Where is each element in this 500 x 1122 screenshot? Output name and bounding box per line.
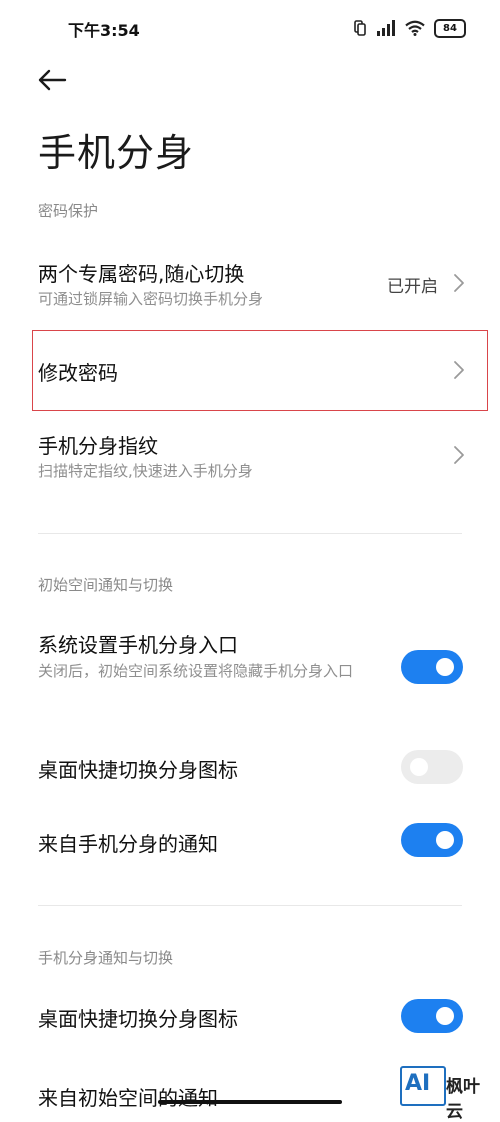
toggle-desktop-shortcut[interactable] xyxy=(401,750,463,784)
watermark-mark: AI xyxy=(405,1071,431,1096)
toggle-desktop-shortcut-clone[interactable] xyxy=(401,999,463,1033)
battery-icon: 84 xyxy=(434,18,466,38)
status-bar: 下午3:54 84 xyxy=(0,0,500,56)
section-header-password: 密码保护 xyxy=(38,202,99,220)
watermark-box: AI xyxy=(400,1066,446,1106)
chevron-right-icon xyxy=(454,361,464,379)
row-title: 来自手机分身的通知 xyxy=(38,832,218,856)
row-subtitle: 扫描特定指纹,快速进入手机分身 xyxy=(38,462,253,480)
toggle-knob xyxy=(436,831,454,849)
row-notifications-from-clone: 来自手机分身的通知 xyxy=(0,818,500,864)
chevron-right-icon xyxy=(454,274,464,292)
row-title: 修改密码 xyxy=(38,361,118,385)
row-desktop-shortcut: 桌面快捷切换分身图标 xyxy=(0,745,500,791)
row-subtitle: 可通过锁屏输入密码切换手机分身 xyxy=(38,290,264,308)
toggle-notifications-from-clone[interactable] xyxy=(401,823,463,857)
section-header-initial-space: 初始空间通知与切换 xyxy=(38,576,174,594)
arrow-left-icon xyxy=(38,69,67,91)
section-header-clone-space: 手机分身通知与切换 xyxy=(38,949,174,967)
row-desktop-shortcut-clone: 桌面快捷切换分身图标 xyxy=(0,994,500,1040)
row-dual-password[interactable]: 两个专属密码,随心切换 可通过锁屏输入密码切换手机分身 已开启 xyxy=(0,250,500,320)
status-time: 下午3:54 xyxy=(68,21,140,40)
watermark-logo: AI 枫叶云 xyxy=(400,1066,496,1122)
watermark-text: 枫叶云 xyxy=(446,1077,480,1122)
row-title: 桌面快捷切换分身图标 xyxy=(38,758,238,782)
row-title: 手机分身指纹 xyxy=(38,434,158,458)
back-button[interactable] xyxy=(30,58,74,102)
row-subtitle: 关闭后，初始空间系统设置将隐藏手机分身入口 xyxy=(38,662,354,680)
wifi-icon xyxy=(405,20,425,36)
row-fingerprint[interactable]: 手机分身指纹 扫描特定指纹,快速进入手机分身 xyxy=(0,420,500,490)
row-title: 系统设置手机分身入口 xyxy=(38,633,238,657)
row-change-password[interactable]: 修改密码 xyxy=(0,330,500,411)
page-title: 手机分身 xyxy=(38,131,195,175)
home-indicator[interactable] xyxy=(158,1100,342,1104)
status-icons: 84 xyxy=(353,17,466,39)
row-value-enabled: 已开启 xyxy=(387,277,438,297)
row-settings-entry: 系统设置手机分身入口 关闭后，初始空间系统设置将隐藏手机分身入口 xyxy=(0,625,500,715)
row-title: 来自初始空间的通知 xyxy=(38,1086,218,1110)
signal-icon xyxy=(377,20,395,36)
chevron-right-icon xyxy=(454,446,464,464)
toggle-knob xyxy=(436,1007,454,1025)
toggle-knob xyxy=(410,758,428,776)
toggle-knob xyxy=(436,658,454,676)
row-title: 桌面快捷切换分身图标 xyxy=(38,1007,238,1031)
divider xyxy=(38,533,462,534)
toggle-settings-entry[interactable] xyxy=(401,650,463,684)
divider xyxy=(38,905,462,906)
vibrate-icon xyxy=(354,20,366,36)
row-title: 两个专属密码,随心切换 xyxy=(38,262,245,286)
